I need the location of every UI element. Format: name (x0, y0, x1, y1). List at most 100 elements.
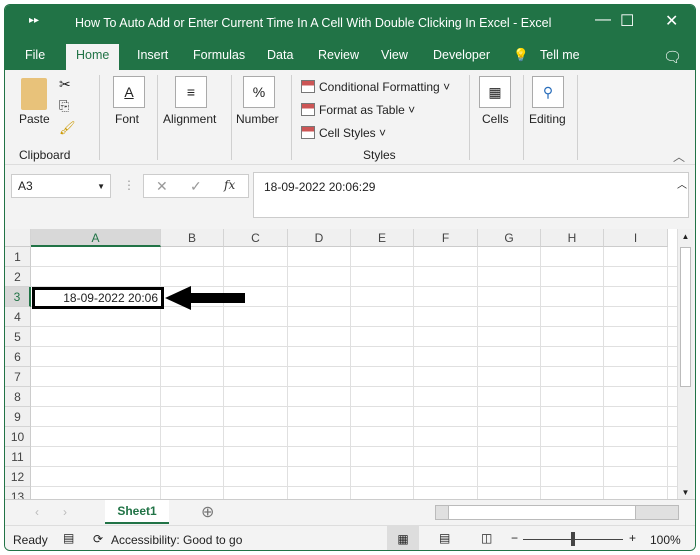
row-header-12[interactable]: 12 (5, 467, 31, 487)
conditional-formatting-icon (301, 80, 315, 93)
tell-me-search[interactable]: Tell me (540, 48, 580, 62)
format-as-table-icon (301, 103, 315, 116)
tab-insert[interactable]: Insert (137, 48, 168, 62)
formula-bar: A3 ▼ ⋮ ✕ ✓ fx 18-09-2022 20:06:29 ︿ (5, 168, 695, 223)
cells-icon[interactable]: ▦ (479, 76, 511, 108)
accessibility-icon: ⟳ (93, 532, 104, 546)
column-header-F[interactable]: F (414, 229, 478, 247)
zoom-level[interactable]: 100% (650, 533, 681, 547)
sheet-tab-sheet1[interactable]: Sheet1 (105, 500, 169, 524)
worksheet-grid[interactable]: A B C D E F G H I 1 2 3 4 5 6 7 8 9 10 11 12 13 18-09-2022 20:… (5, 229, 677, 499)
row-header-9[interactable]: 9 (5, 407, 31, 427)
row-gridline (31, 386, 677, 387)
column-header-B[interactable]: B (161, 229, 224, 247)
row-gridline (31, 466, 677, 467)
tab-home[interactable]: Home (66, 44, 120, 70)
scroll-sheets-right[interactable]: › (63, 505, 67, 519)
vertical-scrollbar[interactable]: ▲ ▼ (677, 229, 693, 501)
maximize-button[interactable]: ☐ (620, 11, 634, 31)
row-header-2[interactable]: 2 (5, 267, 31, 287)
zoom-in-button[interactable]: + (629, 531, 636, 545)
copy-icon[interactable]: ⎘ (59, 98, 69, 114)
row-header-1[interactable]: 1 (5, 247, 31, 267)
row-gridline (31, 446, 677, 447)
alignment-button[interactable]: Alignment (163, 112, 216, 126)
cancel-icon[interactable]: ✕ (156, 178, 168, 195)
format-painter-icon[interactable]: 🖌 (59, 120, 76, 136)
row-header-5[interactable]: 5 (5, 327, 31, 347)
alignment-icon[interactable]: ≡ (175, 76, 207, 108)
page-layout-icon[interactable]: ▤ (439, 531, 450, 545)
row-gridline (31, 426, 677, 427)
column-gridline (413, 247, 414, 499)
cell-styles-button[interactable]: Cell Styles ˅ (301, 126, 386, 140)
column-header-A[interactable]: A (31, 229, 161, 247)
column-header-H[interactable]: H (541, 229, 604, 247)
font-icon[interactable]: A (113, 76, 145, 108)
row-header-3[interactable]: 3 (5, 287, 31, 307)
macro-record-icon[interactable]: ▤ (63, 531, 74, 545)
paste-icon[interactable] (21, 78, 47, 110)
font-button[interactable]: Font (115, 112, 139, 126)
vertical-scroll-thumb[interactable] (680, 247, 691, 387)
page-break-preview-icon[interactable]: ◫ (481, 531, 492, 545)
search-icon[interactable]: ⚲ (532, 76, 564, 108)
tab-file[interactable]: File (25, 48, 45, 62)
conditional-formatting-button[interactable]: Conditional Formatting ˅ (301, 80, 450, 94)
row-header-7[interactable]: 7 (5, 367, 31, 387)
close-button[interactable]: ✕ (665, 11, 678, 31)
minimize-button[interactable]: — (595, 11, 611, 29)
window-title: How To Auto Add or Enter Current Time In… (75, 16, 552, 30)
column-gridline (667, 247, 668, 499)
zoom-out-button[interactable]: − (511, 531, 518, 545)
column-header-G[interactable]: G (478, 229, 541, 247)
tab-formulas[interactable]: Formulas (193, 48, 245, 62)
formula-input[interactable]: 18-09-2022 20:06:29 (253, 172, 689, 218)
row-gridline (31, 406, 677, 407)
new-sheet-button[interactable]: ⊕ (201, 502, 214, 522)
tab-review[interactable]: Review (318, 48, 359, 62)
paste-button[interactable]: Paste (19, 112, 50, 126)
accessibility-status[interactable]: Accessibility: Good to go (111, 533, 242, 547)
zoom-slider-thumb[interactable] (571, 532, 575, 546)
cut-icon[interactable]: ✂ (59, 76, 71, 93)
column-gridline (223, 247, 224, 499)
lightbulb-icon: 💡 (513, 48, 529, 62)
cell-A3[interactable]: 18-09-2022 20:06 (32, 287, 164, 309)
column-gridline (160, 247, 161, 499)
cells-button[interactable]: Cells (482, 112, 509, 126)
number-button[interactable]: Number (236, 112, 279, 126)
format-as-table-button[interactable]: Format as Table ˅ (301, 103, 415, 117)
horizontal-scrollbar[interactable] (435, 505, 679, 520)
tab-data[interactable]: Data (267, 48, 293, 62)
row-header-13[interactable]: 13 (5, 487, 31, 499)
tab-developer[interactable]: Developer (433, 48, 490, 62)
enter-icon[interactable]: ✓ (190, 178, 202, 195)
expand-formula-icon[interactable]: ︿ (677, 176, 687, 191)
row-header-6[interactable]: 6 (5, 347, 31, 367)
collapse-ribbon-icon[interactable]: ︿ (673, 148, 685, 165)
column-header-D[interactable]: D (288, 229, 351, 247)
number-icon[interactable]: % (243, 76, 275, 108)
column-gridline (603, 247, 604, 499)
normal-view-icon[interactable]: ▦ (387, 526, 419, 550)
row-header-10[interactable]: 10 (5, 427, 31, 447)
column-header-I[interactable]: I (604, 229, 668, 247)
sheet-tab-bar: ‹ › Sheet1 ⊕ (5, 499, 695, 525)
column-header-E[interactable]: E (351, 229, 414, 247)
editing-button[interactable]: Editing (529, 112, 566, 126)
comments-icon[interactable]: 🗨 (663, 48, 682, 66)
tab-view[interactable]: View (381, 48, 408, 62)
row-header-11[interactable]: 11 (5, 447, 31, 467)
select-all-corner[interactable] (5, 229, 31, 247)
name-box[interactable]: A3 ▼ (11, 174, 111, 198)
excel-window: ▸▸ How To Auto Add or Enter Current Time… (4, 4, 696, 551)
column-gridline (477, 247, 478, 499)
insert-function-icon[interactable]: fx (224, 178, 235, 192)
quick-access-toolbar[interactable]: ▸▸ (29, 15, 39, 26)
column-header-C[interactable]: C (224, 229, 288, 247)
horizontal-scroll-thumb[interactable] (448, 506, 636, 519)
scroll-sheets-left[interactable]: ‹ (35, 505, 39, 519)
row-header-4[interactable]: 4 (5, 307, 31, 327)
row-header-8[interactable]: 8 (5, 387, 31, 407)
